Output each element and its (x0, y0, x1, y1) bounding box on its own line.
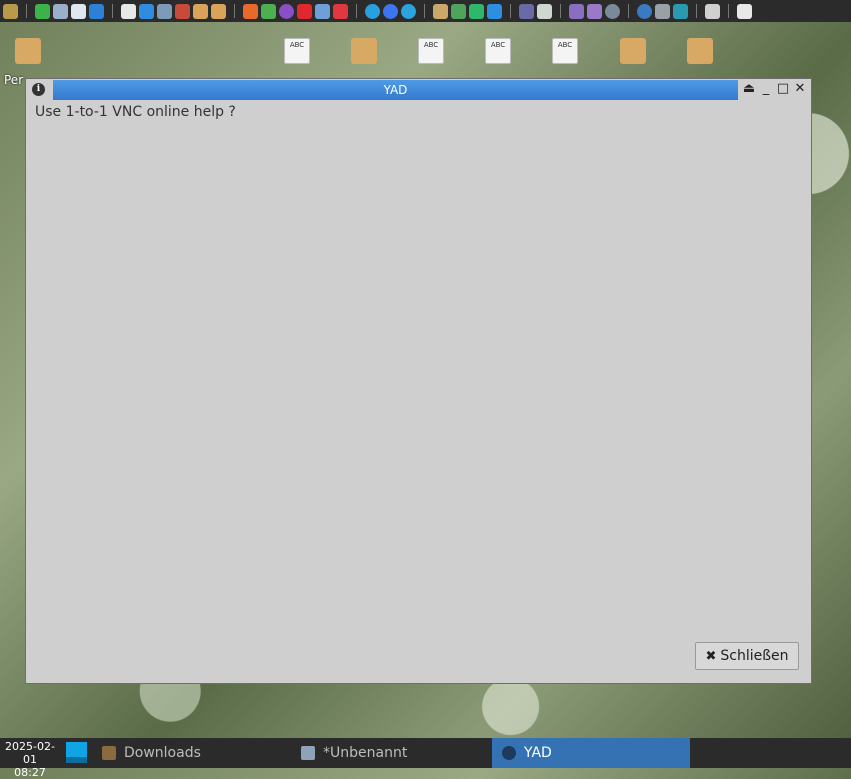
close-icon[interactable]: ✕ (793, 82, 807, 96)
volume-icon[interactable] (737, 3, 752, 19)
panel-separator (696, 4, 697, 18)
editor-icon (301, 746, 315, 760)
folder-icon[interactable] (687, 38, 713, 64)
home-folder-icon[interactable] (15, 38, 41, 64)
folder-icon[interactable] (620, 38, 646, 64)
chrome-icon[interactable] (315, 3, 330, 19)
files-icon[interactable] (139, 3, 154, 19)
vivaldi-icon[interactable] (333, 3, 348, 19)
telegram-icon[interactable] (401, 3, 416, 19)
audio-icon[interactable] (587, 3, 602, 19)
task-unbenannt[interactable]: *Unbenannt (291, 738, 491, 768)
task-yad[interactable]: YAD (492, 738, 690, 768)
signal-icon[interactable] (383, 3, 398, 19)
task-label: YAD (524, 745, 552, 761)
panel-separator (112, 4, 113, 18)
document-icon[interactable]: ABC (418, 38, 444, 64)
clock[interactable]: 2025-02-01 08:27 (0, 740, 60, 779)
game-icon[interactable] (451, 3, 466, 19)
task-label: *Unbenannt (323, 745, 408, 761)
editor-icon[interactable] (71, 3, 86, 19)
app-menu-icon[interactable] (3, 3, 18, 19)
close-button[interactable]: ✖ Schließen (695, 642, 799, 670)
terminal-icon[interactable] (53, 3, 68, 19)
panel-separator (234, 4, 235, 18)
tor-icon[interactable] (279, 3, 294, 19)
skype-icon[interactable] (365, 3, 380, 19)
top-panel (0, 0, 851, 22)
panel-separator (356, 4, 357, 18)
vm-icon[interactable] (673, 3, 688, 19)
maximize-icon[interactable]: □ (776, 82, 790, 96)
media-play-icon[interactable] (469, 3, 484, 19)
panel-separator (424, 4, 425, 18)
panel-separator (728, 4, 729, 18)
document-icon[interactable]: ABC (284, 38, 310, 64)
vlc-icon[interactable] (487, 3, 502, 19)
info-icon (502, 746, 516, 760)
taskbar: 2025-02-01 08:27 Downloads *Unbenannt YA… (0, 738, 851, 779)
calendar-icon[interactable] (519, 3, 534, 19)
desktop-label-home: Per (4, 73, 24, 87)
dialog-message: Use 1-to-1 VNC online help ? (35, 104, 236, 120)
panel-separator (628, 4, 629, 18)
monitor-icon[interactable] (537, 3, 552, 19)
task-label: Downloads (124, 745, 201, 761)
shortcut-folder-icon[interactable] (351, 38, 377, 64)
clock-date: 2025-02-01 (5, 740, 55, 766)
opera-icon[interactable] (297, 3, 312, 19)
firefox-icon[interactable] (243, 3, 258, 19)
close-icon: ✖ (705, 648, 717, 664)
back-icon[interactable] (211, 3, 226, 19)
panel-separator (510, 4, 511, 18)
panel-separator (26, 4, 27, 18)
reload-icon[interactable] (35, 3, 50, 19)
microphone-icon[interactable] (569, 3, 584, 19)
document-icon[interactable]: ABC (552, 38, 578, 64)
screen-icon[interactable] (705, 3, 720, 19)
shade-icon[interactable]: ⏏ (742, 82, 756, 96)
info-icon: i (32, 83, 45, 96)
window-titlebar[interactable]: i YAD ⏏ _ □ ✕ (26, 79, 811, 100)
writer-icon[interactable] (89, 3, 104, 19)
settings-icon[interactable] (605, 3, 620, 19)
tools-icon[interactable] (175, 3, 190, 19)
vnc-icon[interactable] (655, 3, 670, 19)
panel-separator (560, 4, 561, 18)
image-viewer-icon[interactable] (433, 3, 448, 19)
show-desktop-icon[interactable] (66, 742, 87, 763)
document-icon[interactable]: ABC (485, 38, 511, 64)
close-button-label: Schließen (720, 648, 789, 664)
folder-icon (102, 746, 116, 760)
vpn-icon[interactable] (637, 3, 652, 19)
search-icon[interactable] (121, 3, 136, 19)
minimize-icon[interactable]: _ (759, 82, 773, 96)
yad-dialog: i YAD ⏏ _ □ ✕ Use 1-to-1 VNC online help… (25, 78, 812, 684)
chameleon-icon[interactable] (261, 3, 276, 19)
window-title: YAD (53, 80, 738, 100)
home-icon[interactable] (193, 3, 208, 19)
clipboard-icon[interactable] (157, 3, 172, 19)
task-downloads[interactable]: Downloads (92, 738, 290, 768)
